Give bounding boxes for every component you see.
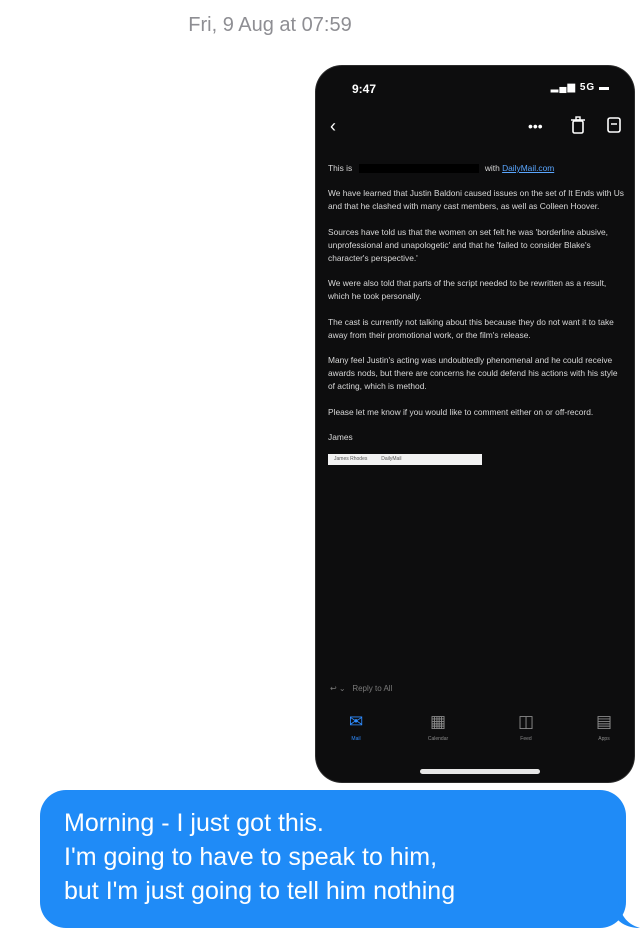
email-signoff: James — [328, 431, 353, 442]
reply-all-icon: ↩ ⌄ — [330, 684, 346, 693]
mail-icon: ✉ — [348, 712, 364, 731]
back-chevron-icon[interactable]: ‹ — [330, 116, 336, 136]
feed-icon: ◫ — [517, 712, 535, 731]
tab-feed[interactable]: ◫ Feed — [506, 712, 546, 742]
email-greeting: This is with DailyMail.com — [328, 163, 555, 174]
network-label: 5G — [579, 82, 596, 93]
bottom-tab-bar: ✉ Mail ▦ Calendar ◫ Feed ▤ Apps — [316, 712, 634, 752]
trash-icon[interactable] — [570, 116, 586, 138]
status-time: 9:47 — [352, 82, 377, 96]
more-options-icon[interactable]: ••• — [528, 116, 543, 136]
home-indicator — [420, 769, 540, 774]
message-line: I'm going to have to speak to him, — [64, 843, 438, 871]
publication-link[interactable]: DailyMail.com — [502, 163, 554, 173]
redaction-bar — [358, 164, 479, 174]
tab-apps[interactable]: ▤ Apps — [584, 712, 624, 742]
tab-calendar[interactable]: ▦ Calendar — [418, 712, 458, 742]
email-paragraph: Sources have told us that the women on s… — [328, 226, 608, 264]
email-paragraph: The cast is currently not talking about … — [328, 316, 614, 340]
email-signature: James Rhodes DailyMail — [328, 454, 482, 466]
email-paragraph: Many feel Justin's acting was undoubtedl… — [328, 355, 618, 392]
status-bar: 9:47 ▂▄▆ 5G ▬ — [352, 82, 610, 98]
signal-icon: ▂▄▆ — [550, 82, 577, 93]
email-paragraph: Please let me know if you would like to … — [328, 406, 594, 417]
email-body: This is with DailyMail.com We have learn… — [328, 162, 626, 466]
email-paragraph: We were also told that parts of the scri… — [328, 278, 607, 302]
email-screenshot-attachment[interactable]: 9:47 ▂▄▆ 5G ▬ ‹ ••• This is with DailyMa… — [316, 66, 634, 782]
calendar-icon: ▦ — [429, 712, 447, 731]
battery-icon: ▬ — [599, 82, 610, 93]
bubble-tail — [618, 900, 640, 928]
tab-mail[interactable]: ✉ Mail — [336, 712, 376, 742]
status-indicators: ▂▄▆ 5G ▬ — [551, 82, 610, 93]
email-toolbar: ‹ ••• — [316, 116, 634, 142]
email-paragraph: We have learned that Justin Baldoni caus… — [328, 188, 624, 212]
message-line: but I'm just going to tell him nothing — [64, 877, 456, 905]
apps-icon: ▤ — [595, 712, 613, 731]
conversation-timestamp: Fri, 9 Aug at 07:59 — [188, 14, 352, 36]
sent-message-bubble[interactable]: Morning - I just got this. I'm going to … — [40, 790, 626, 928]
message-line: Morning - I just got this. — [64, 809, 324, 837]
archive-icon[interactable] — [606, 116, 622, 138]
reply-all-bar[interactable]: ↩ ⌄ Reply to All — [330, 684, 392, 693]
